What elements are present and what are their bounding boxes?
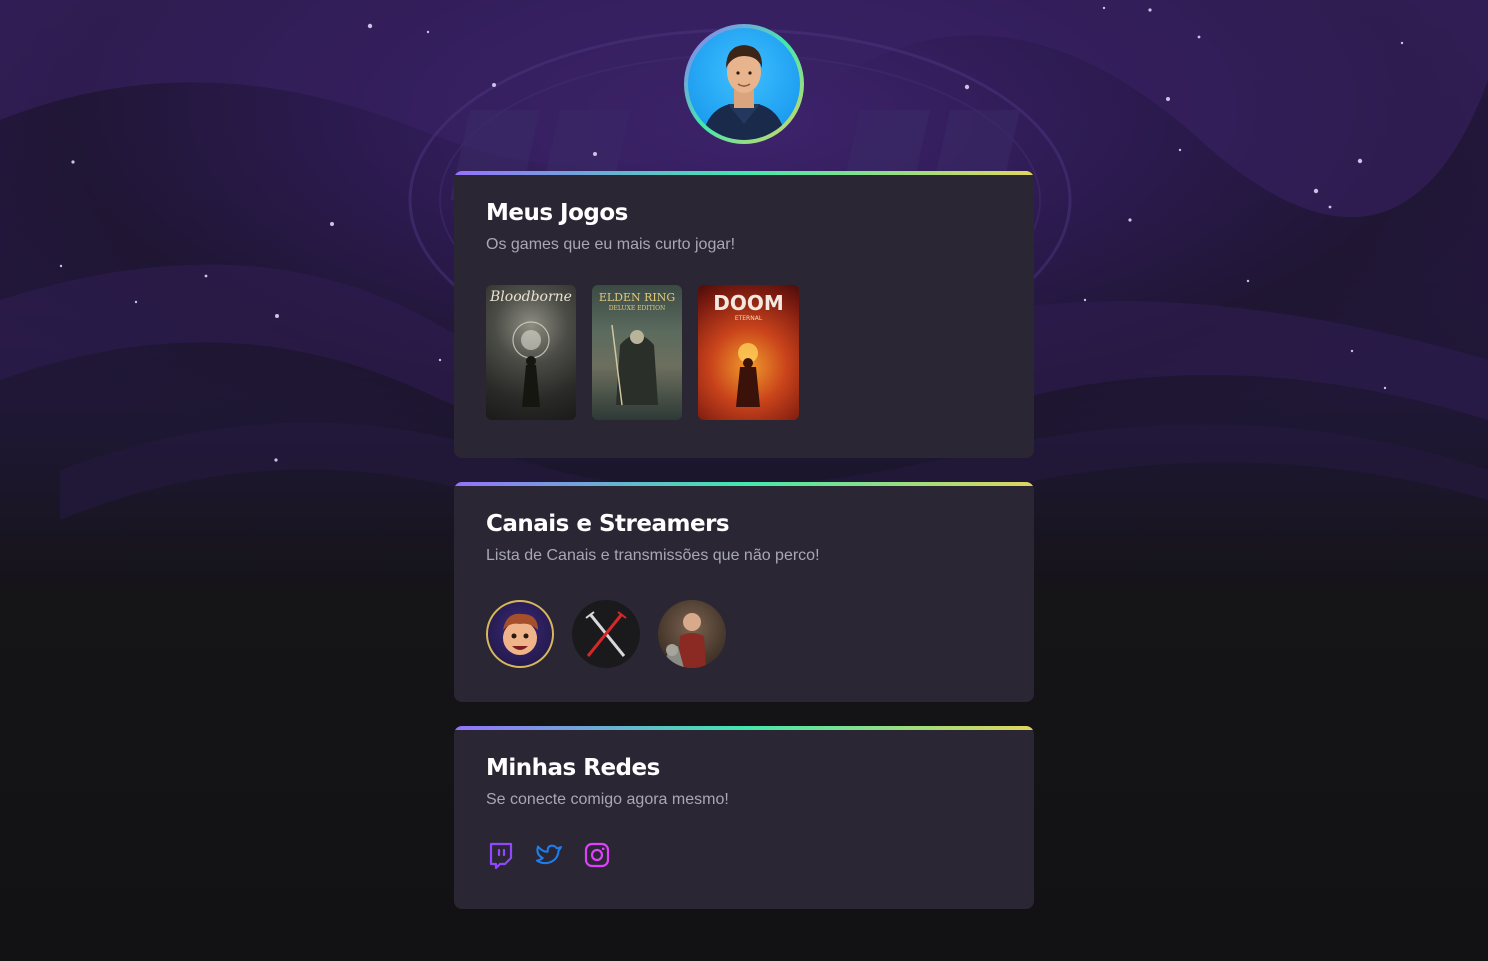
social-links xyxy=(486,840,1002,870)
game-cover-bloodborne[interactable]: Bloodborne xyxy=(486,285,576,420)
channels-list xyxy=(486,600,1002,668)
twitch-link[interactable] xyxy=(486,840,516,870)
twitter-icon xyxy=(536,844,562,865)
twitter-link[interactable] xyxy=(534,840,564,870)
profile-avatar xyxy=(688,28,800,140)
channels-title: Canais e Streamers xyxy=(486,511,730,537)
profile-photo-icon xyxy=(702,45,786,140)
channels-card: Canais e Streamers Lista de Canais e tra… xyxy=(454,482,1034,702)
doom-cover-art-icon xyxy=(736,343,760,407)
channel-avatar-3[interactable] xyxy=(658,600,726,668)
games-subtitle: Os games que eu mais curto jogar! xyxy=(486,236,736,253)
profile-avatar-ring xyxy=(684,24,804,144)
instagram-icon xyxy=(584,842,610,868)
knight-cat-icon xyxy=(664,613,706,668)
games-card: Meus Jogos Os games que eu mais curto jo… xyxy=(454,171,1034,458)
social-subtitle: Se conecte comigo agora mesmo! xyxy=(486,791,729,808)
social-title: Minhas Redes xyxy=(486,755,660,781)
twitch-icon xyxy=(489,842,513,870)
game-cover-elden-ring[interactable]: ELDEN RING DELUXE EDITION xyxy=(592,285,682,420)
game-cover-doom-eternal[interactable]: DOOM ETERNAL xyxy=(698,285,799,420)
elden-ring-cover-art-icon xyxy=(611,324,658,406)
channel-avatar-1[interactable] xyxy=(486,600,554,668)
social-card: Minhas Redes Se conecte comigo agora mes… xyxy=(454,726,1034,909)
instagram-link[interactable] xyxy=(582,840,612,870)
cartoon-streamer-icon xyxy=(503,613,538,655)
games-title: Meus Jogos xyxy=(486,200,628,226)
channels-subtitle: Lista de Canais e transmissões que não p… xyxy=(486,547,820,564)
bloodborne-cover-art-icon xyxy=(512,321,550,407)
crossed-swords-icon xyxy=(585,611,627,657)
games-list: Bloodborne ELDEN RING DELUXE EDITION DOO… xyxy=(486,285,1002,420)
channel-avatar-2[interactable] xyxy=(572,600,640,668)
